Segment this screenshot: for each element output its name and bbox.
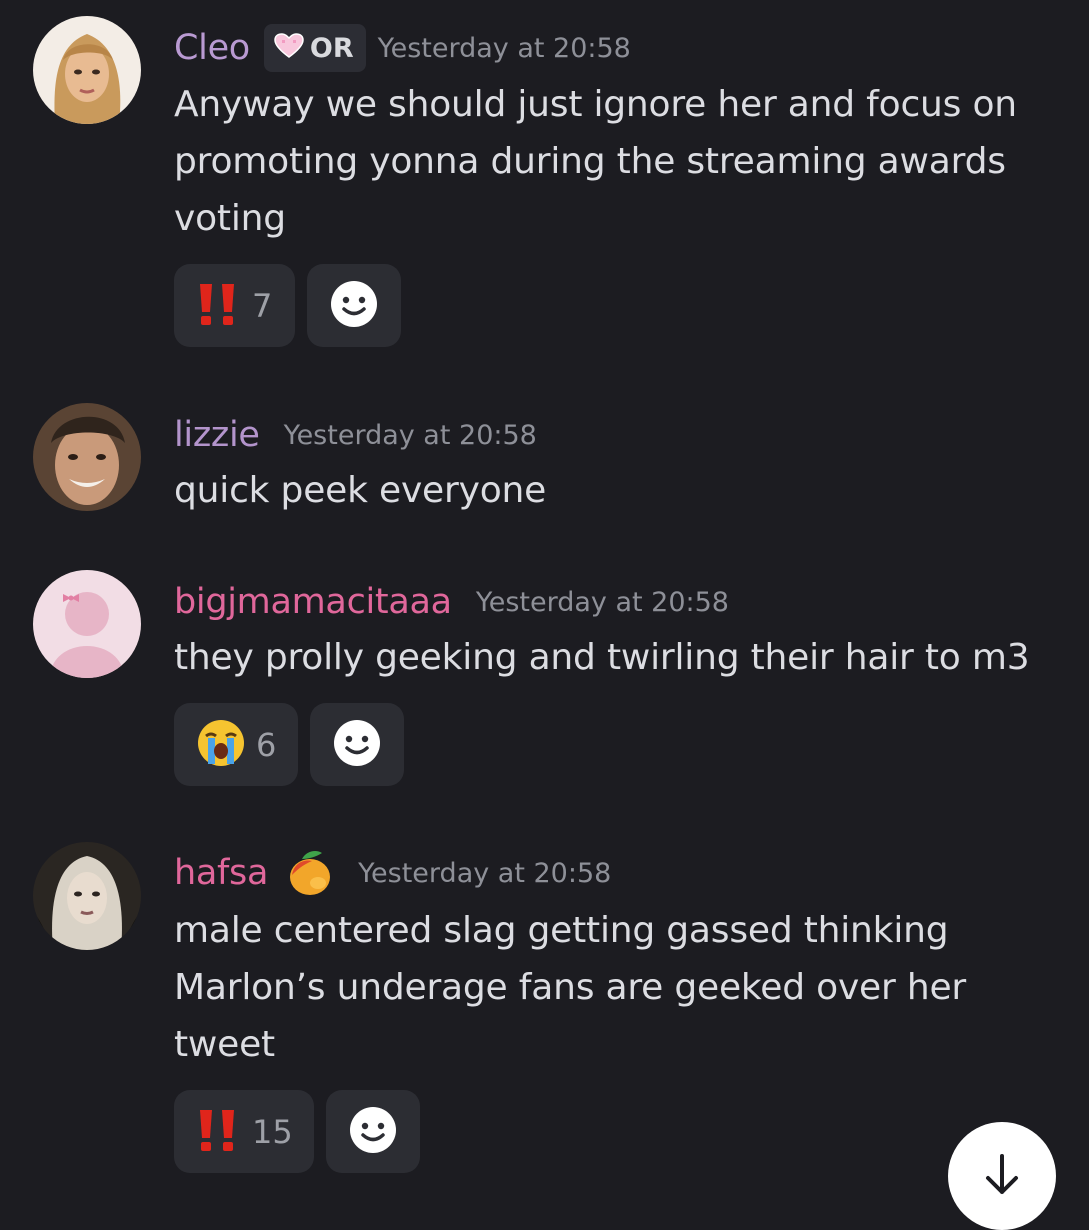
timestamp: Yesterday at 20:58: [283, 419, 537, 451]
message-text: male centered slag getting gassed thinki…: [174, 910, 967, 1065]
avatar[interactable]: [33, 842, 141, 950]
message-header: hafsa Yesterday at 20:58: [174, 843, 611, 903]
smiley-icon: [350, 1106, 396, 1157]
reaction-chip[interactable]: 7: [174, 264, 295, 347]
loudly-crying-face-icon: [196, 718, 246, 772]
reaction-chip[interactable]: 6: [174, 703, 298, 786]
reaction-count: 7: [252, 286, 273, 325]
pink-heart-icon: [274, 33, 304, 63]
role-tag[interactable]: OR: [263, 24, 366, 72]
username[interactable]: hafsa: [174, 853, 268, 893]
message-header: Cleo OR Yesterday at 20:58: [174, 20, 631, 76]
avatar[interactable]: [33, 570, 141, 678]
role-label: OR: [309, 32, 354, 64]
double-exclamation-icon: [196, 1108, 242, 1156]
reaction-chip[interactable]: 15: [174, 1090, 314, 1173]
timestamp: Yesterday at 20:58: [358, 857, 612, 889]
double-exclamation-icon: [196, 282, 242, 330]
avatar[interactable]: [33, 16, 141, 124]
smiley-icon: [331, 280, 377, 331]
add-reaction-button[interactable]: [307, 264, 401, 347]
timestamp: Yesterday at 20:58: [475, 586, 729, 618]
reaction-bar: 6: [174, 703, 404, 786]
reaction-count: 15: [252, 1112, 293, 1151]
reaction-count: 6: [256, 725, 277, 764]
reaction-bar: 7: [174, 264, 401, 347]
avatar[interactable]: [33, 403, 141, 511]
message-header: lizzie Yesterday at 20:58: [174, 407, 537, 463]
message-header: bigjmamacitaaa Yesterday at 20:58: [174, 574, 729, 630]
mango-icon: [282, 847, 334, 899]
smiley-icon: [334, 719, 380, 770]
message-text: they prolly geeking and twirling their h…: [174, 637, 1030, 678]
arrow-down-icon: [982, 1152, 1022, 1198]
reaction-bar: 15: [174, 1090, 420, 1173]
message-text: quick peek everyone: [174, 470, 547, 511]
message-text: Anyway we should just ignore her and foc…: [174, 84, 1017, 239]
username[interactable]: lizzie: [174, 415, 260, 455]
add-reaction-button[interactable]: [310, 703, 404, 786]
add-reaction-button[interactable]: [326, 1090, 420, 1173]
username[interactable]: bigjmamacitaaa: [174, 582, 452, 622]
scroll-to-bottom-button[interactable]: [948, 1122, 1056, 1230]
username[interactable]: Cleo: [174, 28, 250, 68]
timestamp: Yesterday at 20:58: [377, 32, 631, 64]
